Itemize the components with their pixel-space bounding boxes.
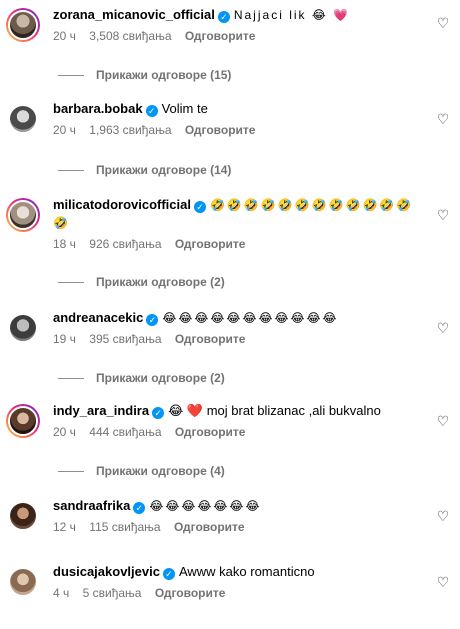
view-replies-button[interactable]: Прикажи одговоре (2) (58, 370, 225, 386)
verified-badge-icon: ✓ (162, 568, 175, 580)
comment-username[interactable]: barbara.bobak (53, 101, 143, 116)
comment-username[interactable]: zorana_micanovic_official (53, 7, 215, 22)
comment-username[interactable]: indy_ara_indira (53, 403, 149, 418)
avatar[interactable] (6, 198, 40, 232)
view-replies-button[interactable]: Прикажи одговоре (15) (58, 67, 231, 83)
comment-likes[interactable]: 395 свиђања (89, 332, 161, 346)
comment-likes[interactable]: 3,508 свиђања (89, 29, 171, 43)
reply-button[interactable]: Одговорите (175, 425, 246, 439)
comment-text: Najjaci lik 😂 💗 (233, 8, 351, 22)
view-replies-button[interactable]: Прикажи одговоре (4) (58, 463, 225, 479)
comment-username[interactable]: sandraafrika (53, 498, 130, 513)
replies-divider (58, 170, 84, 172)
avatar[interactable] (6, 404, 40, 438)
like-heart-icon[interactable]: ♡ (436, 16, 450, 30)
verified-badge-icon: ✓ (193, 201, 206, 213)
like-heart-icon[interactable]: ♡ (436, 112, 450, 126)
comment-username[interactable]: milicatodorovicofficial (53, 197, 191, 212)
comment-time[interactable]: 19 ч (53, 332, 76, 346)
replies-divider (58, 378, 84, 380)
comment-time[interactable]: 12 ч (53, 520, 76, 534)
reply-button[interactable]: Одговорите (185, 123, 256, 137)
comment-text: 😂😂😂😂😂😂😂 (149, 499, 262, 513)
reply-button[interactable]: Одговорите (185, 29, 256, 43)
comment-text: 😂 ❤️ moj brat blizanac ,ali bukvalno (168, 403, 381, 418)
like-heart-icon[interactable]: ♡ (436, 208, 450, 222)
view-replies-button[interactable]: Прикажи одговоре (2) (58, 274, 225, 290)
comment-time[interactable]: 20 ч (53, 425, 76, 439)
comment-likes[interactable]: 1,963 свиђања (89, 123, 171, 137)
reply-button[interactable]: Одговорите (155, 586, 226, 600)
like-heart-icon[interactable]: ♡ (436, 509, 450, 523)
verified-badge-icon: ✓ (145, 105, 158, 117)
avatar[interactable] (6, 311, 40, 345)
comment-time[interactable]: 4 ч (53, 586, 69, 600)
avatar[interactable] (6, 565, 40, 599)
comment-likes[interactable]: 5 свиђања (83, 586, 142, 600)
comment-likes[interactable]: 115 свиђања (89, 520, 160, 534)
verified-badge-icon: ✓ (152, 407, 165, 419)
verified-badge-icon: ✓ (133, 502, 146, 514)
replies-divider (58, 471, 84, 473)
reply-button[interactable]: Одговорите (174, 520, 245, 534)
view-replies-button[interactable]: Прикажи одговоре (14) (58, 162, 231, 178)
like-heart-icon[interactable]: ♡ (436, 321, 450, 335)
reply-button[interactable]: Одговорите (175, 237, 246, 251)
replies-divider (58, 75, 84, 77)
comment-likes[interactable]: 444 свиђања (89, 425, 161, 439)
verified-badge-icon: ✓ (146, 314, 159, 326)
avatar[interactable] (6, 8, 40, 42)
comment-username[interactable]: dusicajakovljevic (53, 564, 160, 579)
reply-button[interactable]: Одговорите (175, 332, 246, 346)
comment-text: Awww kako romanticno (178, 564, 315, 579)
avatar[interactable] (6, 499, 40, 533)
verified-badge-icon: ✓ (217, 11, 230, 23)
comment-text: Volim te (161, 101, 208, 116)
like-heart-icon[interactable]: ♡ (436, 575, 450, 589)
comment-time[interactable]: 20 ч (53, 123, 76, 137)
comment-time[interactable]: 20 ч (53, 29, 76, 43)
avatar[interactable] (6, 102, 40, 136)
comment-time[interactable]: 18 ч (53, 237, 76, 251)
comment-username[interactable]: andreanacekic (53, 310, 143, 325)
like-heart-icon[interactable]: ♡ (436, 414, 450, 428)
comment-text: 😂😂😂😂😂😂😂😂😂😂😂 (162, 311, 339, 325)
comment-likes[interactable]: 926 свиђања (89, 237, 161, 251)
replies-divider (58, 282, 84, 284)
